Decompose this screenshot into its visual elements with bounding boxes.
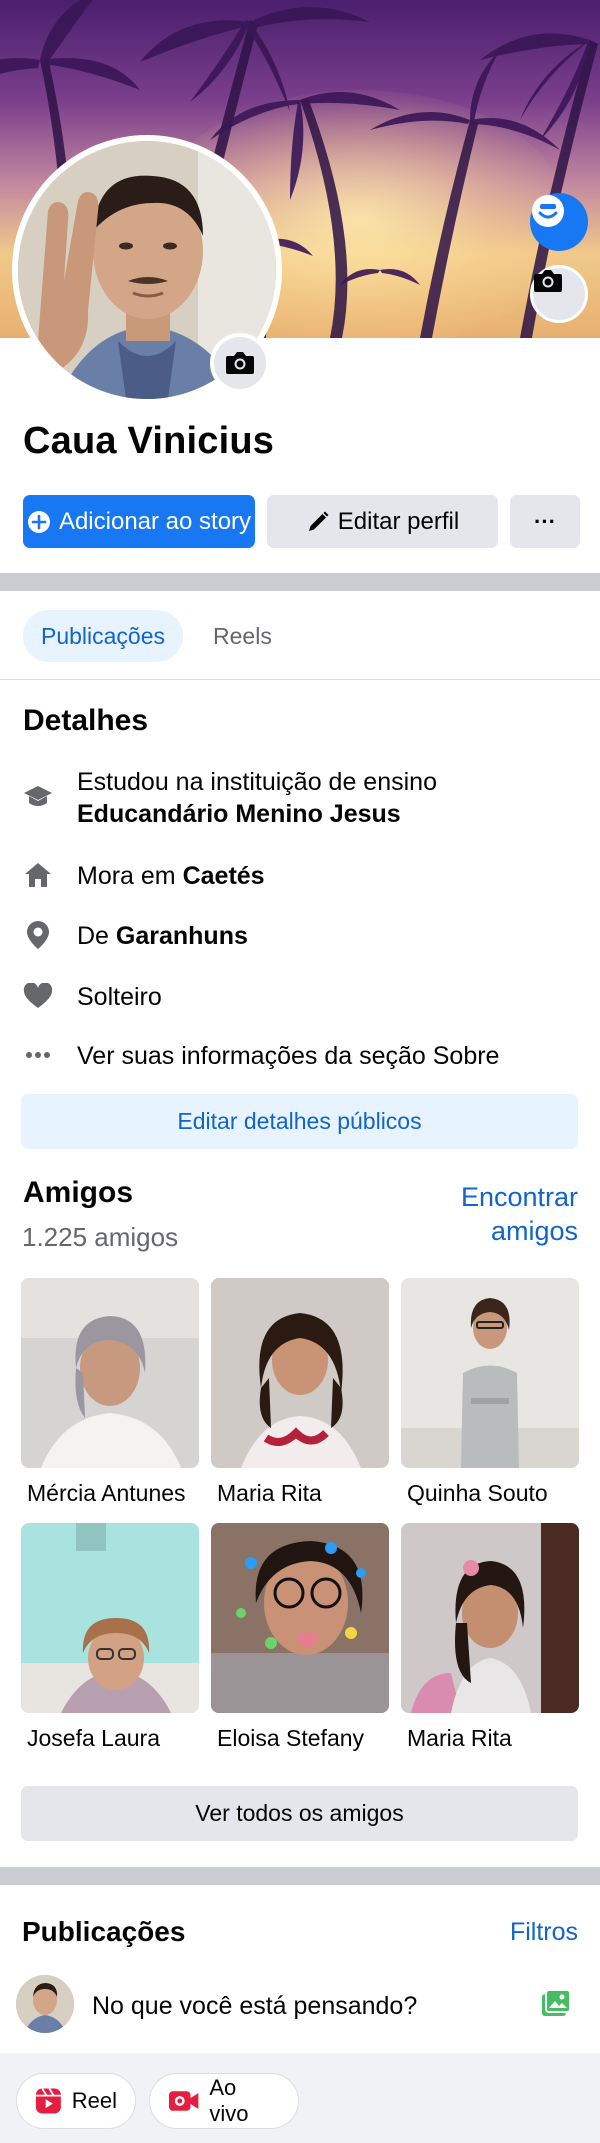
friends-title: Amigos: [23, 1176, 134, 1209]
friend-photo: [211, 1278, 389, 1468]
relationship-status: Solteiro: [77, 983, 162, 1011]
find-friends-line2: amigos: [490, 1216, 578, 1246]
from-prefix: De: [77, 922, 116, 950]
posts-title: Publicações: [22, 1916, 186, 1947]
tab-reels[interactable]: Reels: [195, 610, 290, 662]
lives-city: Caetés: [182, 862, 265, 890]
friend-name: Maria Rita: [217, 1480, 322, 1506]
friend-card[interactable]: Eloisa Stefany: [211, 1523, 389, 1752]
profile-actions: Adicionar ao story Editar perfil ···: [23, 495, 580, 548]
avatar: [16, 1975, 74, 2033]
more-icon: ···: [534, 508, 556, 534]
ellipsis-icon: [23, 1040, 53, 1070]
edit-public-details-button[interactable]: Editar detalhes públicos: [21, 1094, 578, 1149]
detail-education: Estudou na instituição de ensino Educand…: [23, 766, 583, 830]
tab-publicacoes[interactable]: Publicações: [23, 610, 184, 662]
post-composer[interactable]: No que você está pensando?: [0, 1970, 600, 2055]
friend-photo: [211, 1523, 389, 1713]
add-to-story-label: Adicionar ao story: [58, 507, 252, 535]
from-city: Garanhuns: [115, 922, 248, 950]
find-friends-link[interactable]: Encontrar amigos: [438, 1180, 578, 1248]
messenger-button[interactable]: [530, 193, 588, 251]
profile-tabs: Publicações Reels: [23, 610, 290, 662]
heart-icon: [23, 981, 53, 1011]
see-all-friends-button[interactable]: Ver todos os amigos: [21, 1786, 578, 1841]
graduation-cap-icon: [23, 782, 53, 812]
edit-cover-button[interactable]: [530, 265, 588, 323]
friend-card[interactable]: Maria Rita: [401, 1523, 579, 1752]
friend-photo: [401, 1523, 579, 1713]
live-button[interactable]: Ao vivo: [149, 2073, 299, 2129]
friend-card[interactable]: Maria Rita: [211, 1278, 389, 1507]
tabs-divider: [0, 679, 600, 680]
pencil-icon: [308, 511, 329, 531]
find-friends-line1: Encontrar: [460, 1182, 578, 1212]
friend-photo: [401, 1278, 579, 1468]
plus-circle-icon: [27, 510, 50, 533]
add-to-story-button[interactable]: Adicionar ao story: [23, 495, 255, 548]
detail-relationship: Solteiro: [23, 981, 583, 1013]
friend-card[interactable]: Quinha Souto: [401, 1278, 579, 1507]
section-divider: [0, 1867, 600, 1885]
friend-photo: [21, 1278, 199, 1468]
more-options-button[interactable]: ···: [510, 495, 580, 548]
details-title: Detalhes: [23, 704, 149, 737]
filters-link[interactable]: Filtros: [510, 1918, 578, 1947]
friend-card[interactable]: Josefa Laura: [21, 1523, 199, 1752]
profile-name: Caua Vinicius: [23, 420, 275, 462]
reel-label: Reel: [71, 2088, 117, 2113]
photo-icon[interactable]: [540, 1988, 572, 2020]
camera-icon: [226, 352, 254, 374]
edit-profile-button[interactable]: Editar perfil: [267, 495, 498, 548]
camera-icon: [534, 270, 562, 292]
education-school: Educandário Menino Jesus: [77, 800, 401, 828]
detail-from: De Garanhuns: [23, 920, 583, 952]
education-prefix: Estudou na instituição de ensino: [77, 768, 437, 796]
detail-about-link[interactable]: Ver suas informações da seção Sobre: [23, 1040, 583, 1072]
composer-placeholder: No que você está pensando?: [92, 1992, 418, 2020]
friends-count: 1.225 amigos: [22, 1222, 179, 1252]
messenger-icon: [532, 195, 564, 227]
section-divider: [0, 573, 600, 591]
friend-photo: [21, 1523, 199, 1713]
detail-lives: Mora em Caetés: [23, 860, 583, 892]
friend-name: Quinha Souto: [407, 1480, 548, 1506]
friend-name: Mércia Antunes: [27, 1480, 186, 1506]
location-pin-icon: [23, 920, 53, 950]
reel-icon: [35, 2088, 61, 2114]
friend-name: Maria Rita: [407, 1725, 512, 1751]
edit-profile-picture-button[interactable]: [210, 333, 270, 393]
friend-card[interactable]: Mércia Antunes: [21, 1278, 199, 1507]
about-link-label: Ver suas informações da seção Sobre: [77, 1042, 500, 1070]
reel-button[interactable]: Reel: [16, 2073, 136, 2129]
friend-name: Eloisa Stefany: [217, 1725, 365, 1751]
edit-profile-label: Editar perfil: [337, 507, 460, 535]
live-label: Ao vivo: [209, 2075, 249, 2126]
friend-name: Josefa Laura: [27, 1725, 160, 1751]
home-icon: [23, 860, 53, 890]
live-video-icon: [168, 2091, 199, 2111]
lives-prefix: Mora em: [77, 862, 183, 890]
